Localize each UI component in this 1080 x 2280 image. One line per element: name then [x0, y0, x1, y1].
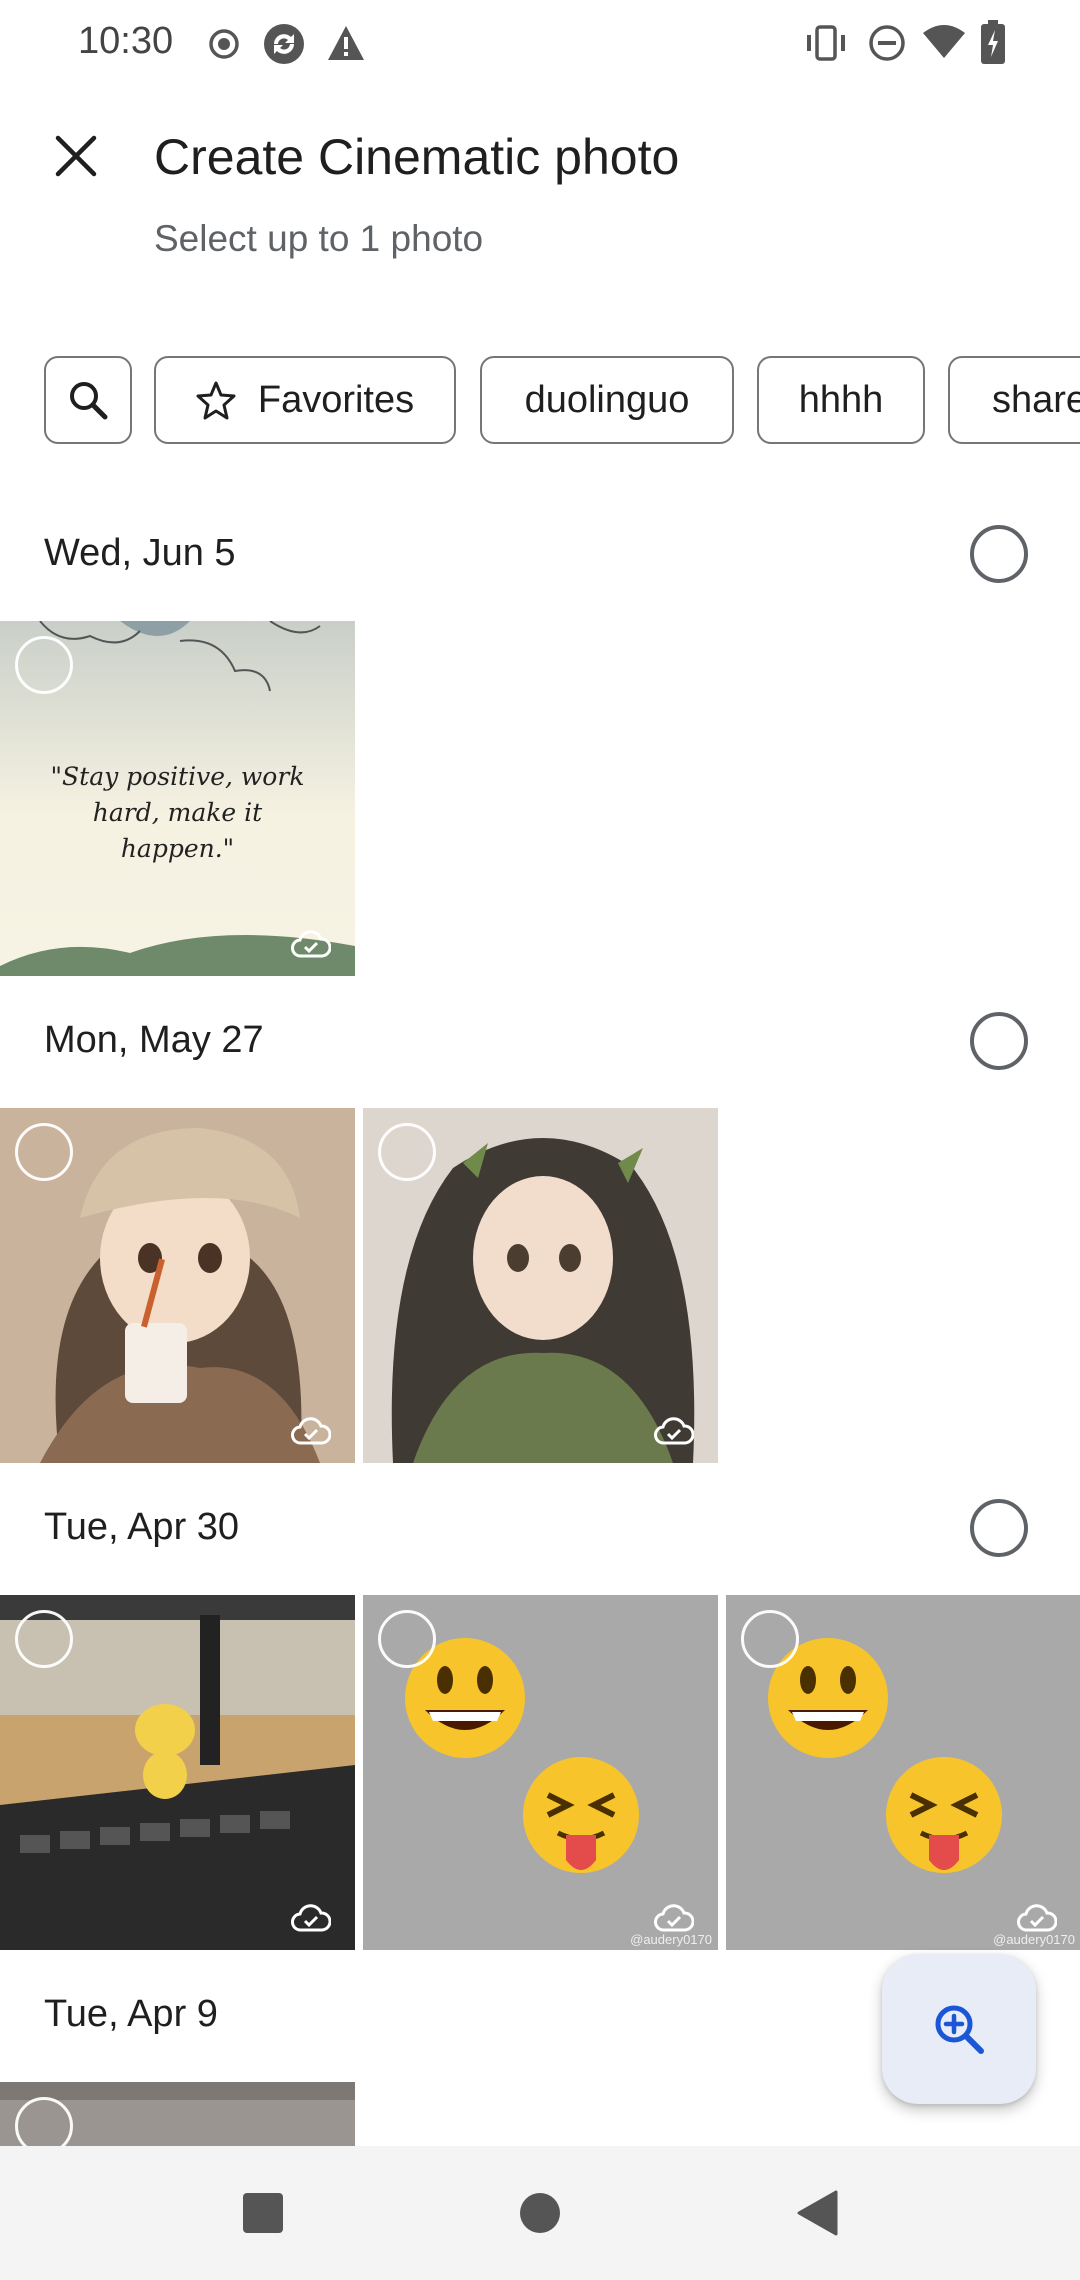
- search-chip[interactable]: [44, 356, 132, 444]
- select-photo-circle[interactable]: [741, 1610, 799, 1668]
- cloud-done-icon: [654, 1904, 694, 1932]
- home-circle-icon: [520, 2193, 560, 2233]
- select-photo-circle[interactable]: [378, 1610, 436, 1668]
- select-photo-circle[interactable]: [15, 2097, 73, 2146]
- warning-icon: [328, 26, 364, 60]
- chip-share[interactable]: share: [948, 356, 1080, 444]
- date-header: Mon, May 27: [44, 1019, 264, 1061]
- battery-charging-icon: [981, 20, 1005, 64]
- home-button[interactable]: [503, 2176, 577, 2250]
- select-photo-circle[interactable]: [15, 1610, 73, 1668]
- photo-thumbnail[interactable]: [0, 1108, 355, 1463]
- photo-thumbnail[interactable]: @audery0170: [726, 1595, 1080, 1950]
- photo-thumbnail[interactable]: [0, 2082, 355, 2146]
- recents-square-icon: [243, 2193, 283, 2233]
- close-button[interactable]: [40, 120, 112, 192]
- select-photo-circle[interactable]: [378, 1123, 436, 1181]
- chip-label: duolinguo: [524, 378, 690, 421]
- select-photo-circle[interactable]: [15, 1123, 73, 1181]
- cloud-done-icon: [291, 1417, 331, 1445]
- page-subtitle: Select up to 1 photo: [154, 218, 484, 259]
- recents-button[interactable]: [226, 2176, 300, 2250]
- watermark-text: @audery0170: [630, 1932, 712, 1947]
- photo-thumbnail[interactable]: @audery0170: [363, 1595, 718, 1950]
- cloud-done-icon: [654, 1417, 694, 1445]
- chip-favorites[interactable]: Favorites: [154, 356, 456, 444]
- quote-text: "Stay positive, work hard, make it happe…: [50, 762, 305, 863]
- photo-thumbnail[interactable]: [0, 1595, 355, 1950]
- cloud-done-icon: [1017, 1904, 1057, 1932]
- page-title: Create Cinematic photo: [154, 129, 680, 185]
- navigation-bar: [0, 2146, 1080, 2280]
- chip-duolinguo[interactable]: duolinguo: [480, 356, 734, 444]
- do-not-disturb-icon: [869, 25, 905, 61]
- back-button[interactable]: [780, 2176, 854, 2250]
- back-triangle-icon: [797, 2190, 838, 2236]
- photo-thumbnail[interactable]: [363, 1108, 718, 1463]
- chip-label: share: [992, 378, 1080, 421]
- select-date-circle[interactable]: [970, 1012, 1028, 1070]
- chip-hhhh[interactable]: hhhh: [757, 356, 925, 444]
- select-photo-circle[interactable]: [15, 636, 73, 694]
- date-header: Wed, Jun 5: [44, 532, 236, 574]
- zoom-in-icon: [935, 2005, 984, 2054]
- select-date-circle[interactable]: [970, 1499, 1028, 1557]
- search-icon: [70, 382, 108, 420]
- cloud-done-icon: [291, 1904, 331, 1932]
- status-time: 10:30: [78, 20, 174, 62]
- star-icon: [196, 380, 236, 420]
- status-bar: 10:30: [0, 0, 1080, 88]
- wifi-icon: [923, 25, 965, 58]
- cloud-done-icon: [291, 930, 331, 958]
- zoom-button[interactable]: [882, 1954, 1036, 2104]
- watermark-text: @audery0170: [993, 1932, 1075, 1947]
- vibrate-icon: [807, 25, 845, 61]
- sync-icon: [264, 24, 304, 64]
- date-header: Tue, Apr 30: [44, 1506, 240, 1548]
- photo-thumbnail[interactable]: "Stay positive, work hard, make it happe…: [0, 621, 355, 976]
- chip-label: hhhh: [798, 378, 884, 421]
- chip-label: Favorites: [257, 378, 415, 421]
- close-icon: [55, 135, 97, 177]
- date-header: Tue, Apr 9: [44, 1993, 218, 2035]
- select-date-circle[interactable]: [970, 525, 1028, 583]
- filter-chip-row: Favorites duolinguo hhhh share: [0, 356, 1080, 446]
- record-icon: [209, 29, 239, 59]
